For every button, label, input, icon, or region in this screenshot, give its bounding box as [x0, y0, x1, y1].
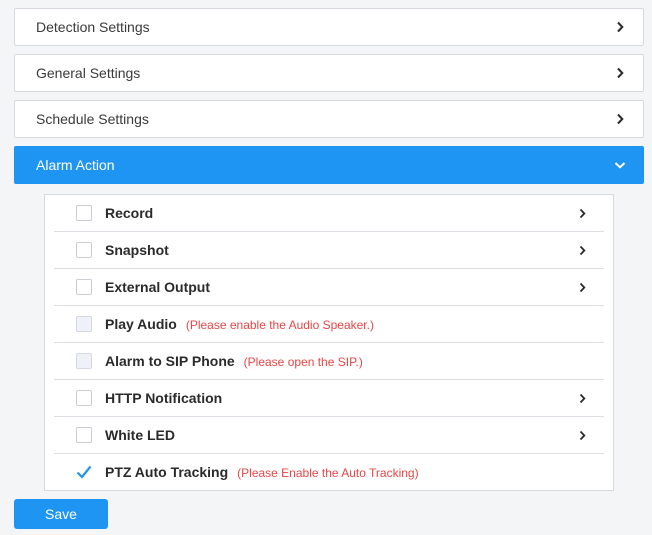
row-label-text: External Output	[105, 279, 211, 295]
chevron-down-icon	[611, 154, 629, 176]
section-detection-settings[interactable]: Detection Settings	[14, 8, 644, 46]
checkmark-icon	[76, 465, 92, 479]
section-label: Detection Settings	[36, 19, 150, 35]
row-label-text: Play Audio	[105, 316, 177, 332]
ptz-auto-tracking-checkbox[interactable]	[76, 464, 92, 480]
row-label-text: PTZ Auto Tracking	[105, 464, 229, 480]
alarm-settings-page: Detection Settings General Settings Sche…	[0, 0, 652, 535]
row-label-text: Snapshot	[105, 242, 169, 258]
chevron-right-icon[interactable]	[574, 203, 590, 223]
row-label-text: Record	[105, 205, 154, 221]
section-label: General Settings	[36, 65, 141, 81]
sip-phone-warning: (Please open the SIP.)	[243, 355, 363, 369]
alarm-action-row-http-notification: HTTP Notification	[54, 380, 604, 417]
section-label: Schedule Settings	[36, 111, 149, 127]
alarm-action-row-snapshot: Snapshot	[54, 232, 604, 269]
chevron-right-icon[interactable]	[574, 425, 590, 445]
play-audio-warning: (Please enable the Audio Speaker.)	[185, 318, 374, 332]
row-label: PTZ Auto Tracking (Please Enable the Auto…	[105, 464, 419, 480]
chevron-right-icon	[611, 108, 629, 130]
chevron-right-icon	[611, 62, 629, 84]
section-alarm-action[interactable]: Alarm Action	[14, 146, 644, 184]
alarm-action-row-record: Record	[54, 195, 604, 232]
section-general-settings[interactable]: General Settings	[14, 54, 644, 92]
row-label: Record	[105, 205, 153, 221]
alarm-action-row-white-led: White LED	[54, 417, 604, 454]
row-label-text: White LED	[105, 427, 175, 443]
alarm-action-row-ptz-auto-tracking: PTZ Auto Tracking (Please Enable the Auto…	[54, 454, 604, 491]
http-notification-checkbox[interactable]	[76, 390, 92, 406]
chevron-right-icon[interactable]	[574, 240, 590, 260]
row-label: Play Audio (Please enable the Audio Speak…	[105, 316, 374, 332]
row-label: Snapshot	[105, 242, 169, 258]
alarm-action-row-play-audio: Play Audio (Please enable the Audio Speak…	[54, 306, 604, 343]
chevron-right-icon	[611, 16, 629, 38]
save-button[interactable]: Save	[14, 499, 108, 529]
snapshot-checkbox[interactable]	[76, 242, 92, 258]
row-label: White LED	[105, 427, 175, 443]
external-output-checkbox[interactable]	[76, 279, 92, 295]
chevron-right-icon[interactable]	[574, 277, 590, 297]
white-led-checkbox[interactable]	[76, 427, 92, 443]
section-label: Alarm Action	[36, 157, 115, 173]
row-label: External Output	[105, 279, 210, 295]
row-label-text: Alarm to SIP Phone	[105, 353, 235, 369]
alarm-action-panel: Record Snapshot External Output Play Aud…	[44, 194, 614, 491]
alarm-action-row-external-output: External Output	[54, 269, 604, 306]
sip-phone-checkbox	[76, 353, 92, 369]
row-label: HTTP Notification	[105, 390, 222, 406]
chevron-right-icon[interactable]	[574, 388, 590, 408]
alarm-action-row-alarm-to-sip-phone: Alarm to SIP Phone (Please open the SIP.)	[54, 343, 604, 380]
row-label: Alarm to SIP Phone (Please open the SIP.)	[105, 353, 363, 369]
section-schedule-settings[interactable]: Schedule Settings	[14, 100, 644, 138]
play-audio-checkbox	[76, 316, 92, 332]
ptz-tracking-warning: (Please Enable the Auto Tracking)	[237, 466, 419, 480]
row-label-text: HTTP Notification	[105, 390, 223, 406]
record-checkbox[interactable]	[76, 205, 92, 221]
